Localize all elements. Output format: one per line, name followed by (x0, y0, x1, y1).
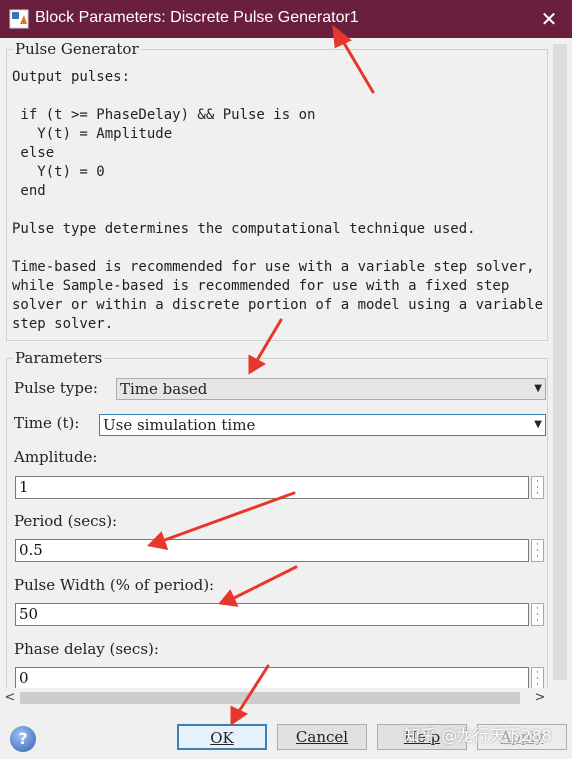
scroll-left-icon[interactable]: < (2, 688, 18, 708)
description-line (12, 87, 543, 106)
help-icon[interactable]: ? (10, 726, 36, 752)
description-line: else (12, 145, 55, 161)
title-bar: Block Parameters: Discrete Pulse Generat… (0, 0, 572, 38)
amplitude-label: Amplitude: (14, 448, 98, 466)
phase-delay-label: Phase delay (secs): (14, 640, 159, 658)
cancel-button[interactable]: Cancel (277, 724, 367, 750)
description-group: Pulse Generator Output pulses: if (t >= … (6, 39, 548, 341)
vertical-scrollbar[interactable] (550, 38, 572, 688)
ok-button[interactable]: OK (177, 724, 267, 750)
description-line: while Sample-based is recommended for us… (12, 278, 510, 294)
chevron-down-icon: ▼ (534, 419, 542, 430)
description-legend: Pulse Generator (13, 39, 141, 59)
watermark: 知乎 @龙行天下288 (404, 726, 552, 745)
period-label: Period (secs): (14, 512, 118, 530)
description-line: end (12, 183, 46, 199)
parameters-legend: Parameters (13, 348, 105, 368)
pulse-width-more-options-button[interactable]: · · · (531, 603, 544, 626)
window-title: Block Parameters: Discrete Pulse Generat… (35, 9, 359, 26)
pulse-type-label: Pulse type: (14, 379, 98, 397)
time-select[interactable]: Use simulation time ▼ (99, 414, 546, 436)
description-line: if (t >= PhaseDelay) && Pulse is on (12, 107, 316, 123)
period-more-options-button[interactable]: · · · (531, 539, 544, 562)
description-line: Y(t) = 0 (12, 164, 105, 180)
close-icon[interactable]: ✕ (536, 6, 562, 32)
pulse-type-value: Time based (120, 380, 208, 398)
amplitude-more-options-button[interactable]: · · · (531, 476, 544, 499)
phase-delay-input[interactable]: 0 (15, 667, 529, 688)
description-line (12, 201, 543, 220)
pulse-type-select[interactable]: Time based ▼ (116, 378, 546, 400)
description-line: solver or within a discrete portion of a… (12, 297, 544, 313)
description-line: Output pulses: (12, 69, 131, 85)
description-line: Y(t) = Amplitude (12, 126, 173, 142)
vertical-scroll-track[interactable] (553, 44, 567, 680)
phase-delay-more-options-button[interactable]: · · · (531, 667, 544, 688)
description-line (12, 239, 543, 258)
description-line: step solver. (12, 316, 114, 332)
dialog-content: Pulse Generator Output pulses: if (t >= … (0, 38, 572, 688)
period-input[interactable]: 0.5 (15, 539, 529, 562)
scroll-right-icon[interactable]: > (532, 688, 548, 708)
chevron-down-icon: ▼ (534, 383, 542, 394)
description-line: Pulse type determines the computational … (12, 221, 476, 237)
horizontal-scrollbar[interactable]: < > (0, 688, 550, 708)
simulink-app-icon (9, 9, 29, 29)
horizontal-scroll-thumb[interactable] (20, 692, 520, 704)
pulse-width-label: Pulse Width (% of period): (14, 576, 215, 594)
pulse-width-input[interactable]: 50 (15, 603, 529, 626)
description-line: Time-based is recommended for use with a… (12, 259, 535, 275)
amplitude-input[interactable]: 1 (15, 476, 529, 499)
time-value: Use simulation time (103, 416, 256, 434)
time-label: Time (t): (14, 414, 80, 432)
description-text: Output pulses: if (t >= PhaseDelay) && P… (12, 68, 543, 334)
